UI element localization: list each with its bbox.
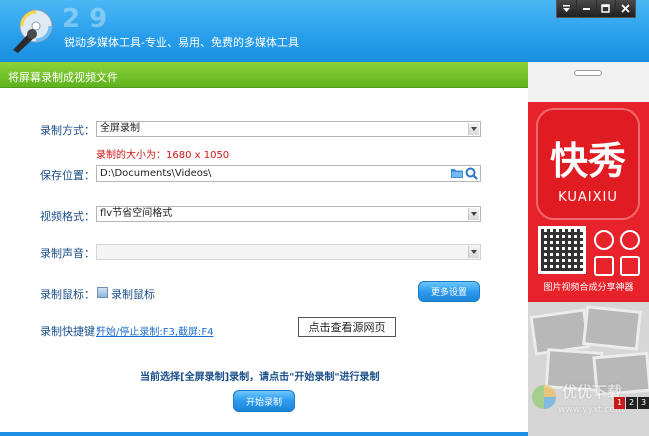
video-format-select[interactable]: flv节省空间格式	[96, 206, 481, 222]
pager-item[interactable]: 3	[638, 397, 649, 409]
minimize-icon[interactable]	[576, 0, 596, 17]
chevron-down-icon	[468, 246, 479, 258]
watermark-logo-icon	[532, 385, 556, 409]
ad-banner[interactable]: 快秀 KUAIXIU 图片视频合成分享神器	[528, 102, 649, 302]
section-header: 将屏幕录制成视频文件	[0, 62, 528, 88]
record-mode-value: 全屏录制	[100, 123, 140, 134]
phone-frame-top	[528, 62, 649, 102]
brand-watermark: 2 9	[62, 4, 107, 31]
view-source-tooltip: 点击查看源网页	[298, 317, 396, 337]
pager-item[interactable]: 2	[626, 397, 637, 409]
phone-speaker	[574, 70, 602, 76]
record-size-info: 录制的大小为：1680 x 1050	[96, 150, 230, 161]
ad-app-name: 快秀	[549, 139, 626, 183]
image-icon	[594, 256, 614, 276]
qr-code-icon	[538, 226, 586, 274]
save-location-input[interactable]: D:\Documents\Videos\	[96, 165, 481, 182]
app-logo-icon	[13, 9, 53, 53]
menu-icon[interactable]	[557, 0, 576, 17]
ad-slogan: 图片视频合成分享神器	[543, 283, 634, 293]
pager-item[interactable]: 1	[614, 397, 625, 409]
app-icon: 快秀 KUAIXIU	[536, 108, 640, 220]
video-format-value: flv节省空间格式	[100, 208, 173, 219]
ad-panel[interactable]: 快秀 KUAIXIU 图片视频合成分享神器 优优下载 www.yyxt.com …	[528, 62, 649, 436]
chevron-down-icon	[468, 208, 479, 220]
start-record-button[interactable]: 开始录制	[233, 390, 295, 412]
save-location-label: 保存位置：	[40, 169, 95, 182]
record-mouse-checkbox-label[interactable]: 录制鼠标	[111, 286, 155, 302]
maximize-icon[interactable]	[596, 0, 616, 17]
record-mode-select[interactable]: 全屏录制	[96, 121, 481, 137]
hotkey-link[interactable]: 开始/停止录制:F3,截屏:F4	[96, 323, 214, 338]
ad-pager: 1 2 3	[614, 397, 649, 409]
camera-icon	[620, 256, 640, 276]
watermark-text: 优优下载	[562, 383, 623, 401]
window-controls	[556, 0, 636, 18]
chat-icon	[594, 230, 614, 250]
record-hint: 当前选择[全屏录制]录制，请点击"开始录制"进行录制	[140, 372, 380, 383]
app-tagline: 锐动多媒体工具-专业、易用、免费的多媒体工具	[64, 36, 299, 49]
folder-icon[interactable]	[451, 168, 463, 178]
photo-thumbnail	[582, 305, 642, 351]
more-settings-button[interactable]: 更多设置	[418, 281, 480, 302]
record-mouse-label: 录制鼠标：	[40, 288, 95, 301]
bottom-divider	[0, 432, 528, 436]
section-title: 将屏幕录制成视频文件	[8, 71, 118, 84]
video-format-label: 视频格式：	[40, 210, 95, 223]
close-icon[interactable]	[616, 0, 635, 17]
ad-app-subtitle: KUAIXIU	[558, 190, 618, 205]
record-mouse-checkbox[interactable]	[97, 287, 108, 298]
search-icon[interactable]	[465, 167, 478, 180]
chevron-down-icon	[468, 123, 479, 135]
record-audio-select[interactable]	[96, 244, 481, 260]
users-icon	[620, 230, 640, 250]
record-mode-label: 录制方式：	[40, 124, 95, 137]
record-audio-label: 录制声音：	[40, 247, 95, 260]
svg-text:2 9: 2 9	[62, 4, 107, 31]
title-bar: 2 9 锐动多媒体工具-专业、易用、免费的多媒体工具	[0, 0, 649, 62]
